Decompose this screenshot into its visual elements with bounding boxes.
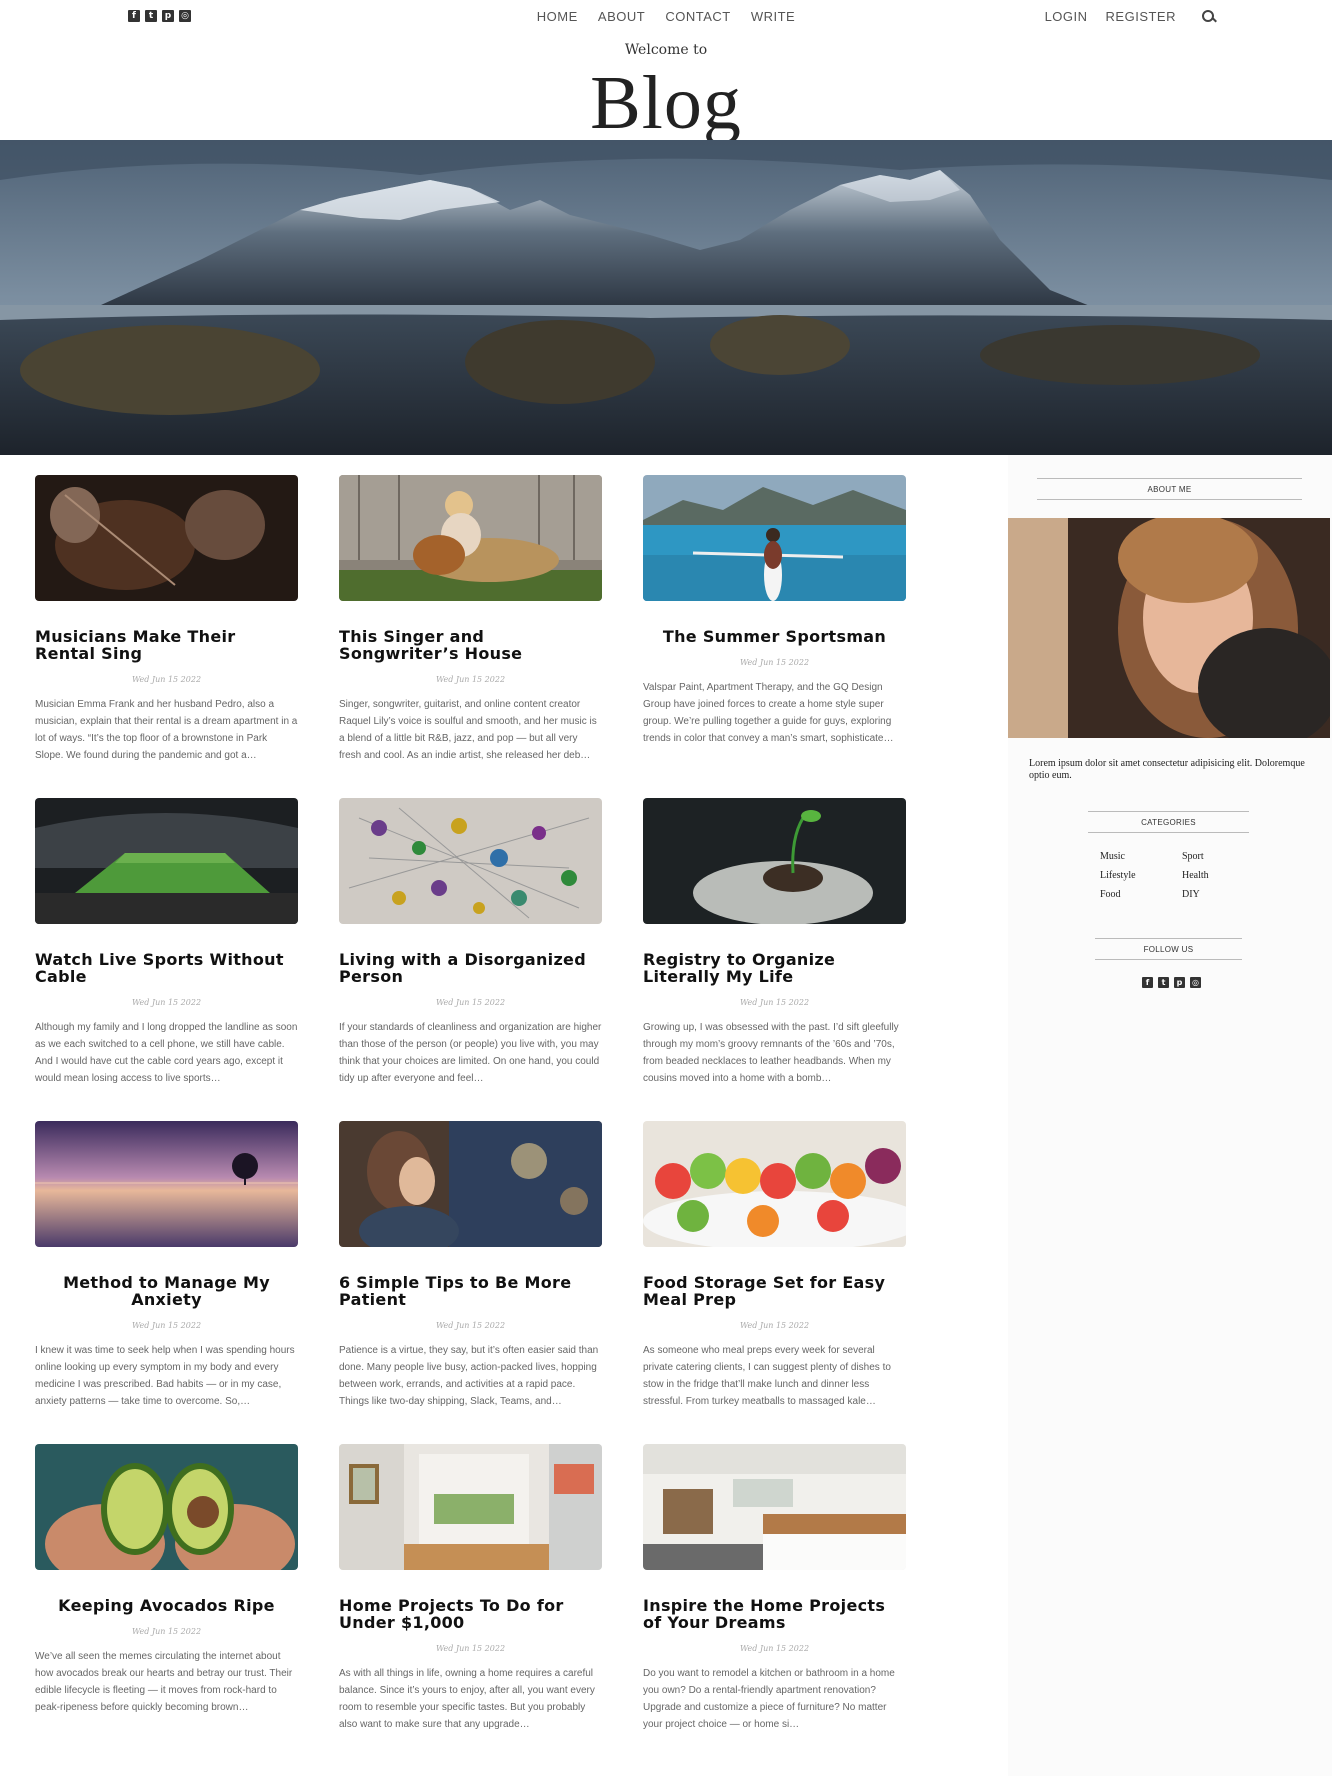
- post-date: Wed Jun 15 2022: [435, 998, 506, 1007]
- post-title[interactable]: Home Projects To Do for Under $1,000: [339, 1597, 602, 1631]
- post-card[interactable]: This Singer and Songwriter’s House Wed J…: [339, 475, 602, 764]
- nav-login[interactable]: LOGIN: [1045, 9, 1088, 24]
- top-bar: f t p ◎ HOME ABOUT CONTACT WRITE LOGIN R…: [0, 0, 1332, 34]
- post-thumbnail-skewers[interactable]: [643, 1121, 906, 1247]
- post-thumbnail-kitchen[interactable]: [643, 1444, 906, 1570]
- welcome-text: Welcome to: [624, 42, 708, 58]
- about-photo: [1008, 518, 1330, 738]
- post-excerpt: If your standards of cleanliness and org…: [339, 1022, 602, 1084]
- post-title[interactable]: Musicians Make Their Rental Sing: [35, 628, 298, 662]
- post-card[interactable]: Registry to Organize Literally My Life W…: [643, 798, 906, 1087]
- user-nav: LOGIN REGISTER: [1027, 9, 1217, 24]
- post-title[interactable]: 6 Simple Tips to Be More Patient: [339, 1274, 602, 1308]
- post-excerpt: Growing up, I was obsessed with the past…: [643, 1022, 899, 1084]
- post-title[interactable]: Living with a Disorganized Person: [339, 951, 602, 985]
- post-card[interactable]: Musicians Make Their Rental Sing Wed Jun…: [35, 475, 298, 764]
- nav-home[interactable]: HOME: [537, 9, 578, 24]
- post-excerpt: Musician Emma Frank and her husband Pedr…: [35, 699, 298, 761]
- social-links-sidebar: f t p ◎: [1142, 977, 1201, 988]
- about-text: Lorem ipsum dolor sit amet consectetur a…: [1029, 758, 1305, 781]
- post-title[interactable]: Food Storage Set for Easy Meal Prep: [643, 1274, 906, 1308]
- facebook-icon[interactable]: f: [1142, 977, 1153, 988]
- post-date: Wed Jun 15 2022: [131, 1321, 202, 1330]
- category-lifestyle[interactable]: Lifestyle: [1100, 870, 1182, 881]
- post-thumbnail-violin[interactable]: [35, 475, 298, 601]
- category-sport[interactable]: Sport: [1182, 851, 1260, 862]
- post-title[interactable]: Registry to Organize Literally My Life: [643, 951, 906, 985]
- instagram-icon[interactable]: ◎: [1190, 977, 1201, 988]
- post-thumbnail-sunset[interactable]: [35, 1121, 298, 1247]
- nav-register[interactable]: REGISTER: [1106, 9, 1176, 24]
- hero-image: [0, 140, 1332, 455]
- post-date: Wed Jun 15 2022: [435, 1644, 506, 1653]
- post-excerpt: Valspar Paint, Apartment Therapy, and th…: [643, 682, 894, 744]
- post-date: Wed Jun 15 2022: [739, 1644, 810, 1653]
- category-list: Music Sport Lifestyle Health Food DIY: [1100, 851, 1260, 900]
- category-diy[interactable]: DIY: [1182, 889, 1260, 900]
- post-date: Wed Jun 15 2022: [435, 1321, 506, 1330]
- post-thumbnail-kayak[interactable]: [643, 475, 906, 601]
- post-excerpt: Singer, songwriter, guitarist, and onlin…: [339, 699, 597, 761]
- category-food[interactable]: Food: [1100, 889, 1182, 900]
- search-icon[interactable]: [1202, 9, 1217, 24]
- post-thumbnail-sprout[interactable]: [643, 798, 906, 924]
- category-health[interactable]: Health: [1182, 870, 1260, 881]
- twitter-icon[interactable]: t: [1158, 977, 1169, 988]
- post-date: Wed Jun 15 2022: [131, 998, 202, 1007]
- post-thumbnail-room[interactable]: [339, 1444, 602, 1570]
- sidebar: ABOUT ME Lorem ipsum dolor sit amet cons…: [1008, 455, 1332, 1776]
- post-card[interactable]: Keeping Avocados Ripe Wed Jun 15 2022 We…: [35, 1444, 298, 1716]
- post-thumbnail-pins[interactable]: [339, 798, 602, 924]
- follow-heading: FOLLOW US: [1095, 938, 1242, 960]
- post-thumbnail-guitar[interactable]: [339, 475, 602, 601]
- post-title[interactable]: Watch Live Sports Without Cable: [35, 951, 298, 985]
- header: Welcome to Blog: [0, 43, 1332, 141]
- post-thumbnail-praying[interactable]: [339, 1121, 602, 1247]
- post-title[interactable]: Keeping Avocados Ripe: [35, 1597, 298, 1614]
- post-excerpt: We’ve all seen the memes circulating the…: [35, 1651, 293, 1713]
- about-heading: ABOUT ME: [1037, 478, 1302, 500]
- pinterest-icon[interactable]: p: [1174, 977, 1185, 988]
- post-card[interactable]: Inspire the Home Projects of Your Dreams…: [643, 1444, 906, 1733]
- post-thumbnail-stadium[interactable]: [35, 798, 298, 924]
- post-date: Wed Jun 15 2022: [131, 675, 202, 684]
- categories-heading: CATEGORIES: [1088, 811, 1249, 833]
- post-date: Wed Jun 15 2022: [131, 1627, 202, 1636]
- post-card[interactable]: The Summer Sportsman Wed Jun 15 2022 Val…: [643, 475, 906, 747]
- post-excerpt: I knew it was time to seek help when I w…: [35, 1345, 295, 1407]
- post-excerpt: Patience is a virtue, they say, but it’s…: [339, 1345, 599, 1407]
- post-title[interactable]: Method to Manage My Anxiety: [35, 1274, 298, 1308]
- post-excerpt: Although my family and I long dropped th…: [35, 1022, 298, 1084]
- post-card[interactable]: Method to Manage My Anxiety Wed Jun 15 2…: [35, 1121, 298, 1410]
- page-title: Blog: [590, 61, 742, 145]
- nav-about[interactable]: ABOUT: [598, 9, 645, 24]
- post-date: Wed Jun 15 2022: [739, 1321, 810, 1330]
- post-date: Wed Jun 15 2022: [739, 998, 810, 1007]
- post-thumbnail-avocado[interactable]: [35, 1444, 298, 1570]
- post-title[interactable]: This Singer and Songwriter’s House: [339, 628, 602, 662]
- nav-write[interactable]: WRITE: [751, 9, 795, 24]
- post-date: Wed Jun 15 2022: [739, 658, 810, 667]
- post-card[interactable]: Watch Live Sports Without Cable Wed Jun …: [35, 798, 298, 1087]
- post-card[interactable]: 6 Simple Tips to Be More Patient Wed Jun…: [339, 1121, 602, 1410]
- post-card[interactable]: Home Projects To Do for Under $1,000 Wed…: [339, 1444, 602, 1733]
- post-excerpt: Do you want to remodel a kitchen or bath…: [643, 1668, 895, 1730]
- nav-contact[interactable]: CONTACT: [665, 9, 730, 24]
- category-music[interactable]: Music: [1100, 851, 1182, 862]
- post-date: Wed Jun 15 2022: [435, 675, 506, 684]
- post-card[interactable]: Food Storage Set for Easy Meal Prep Wed …: [643, 1121, 906, 1410]
- post-card[interactable]: Living with a Disorganized Person Wed Ju…: [339, 798, 602, 1087]
- post-title[interactable]: Inspire the Home Projects of Your Dreams: [643, 1597, 906, 1631]
- post-excerpt: As with all things in life, owning a hom…: [339, 1668, 595, 1730]
- post-excerpt: As someone who meal preps every week for…: [643, 1345, 891, 1407]
- post-title[interactable]: The Summer Sportsman: [643, 628, 906, 645]
